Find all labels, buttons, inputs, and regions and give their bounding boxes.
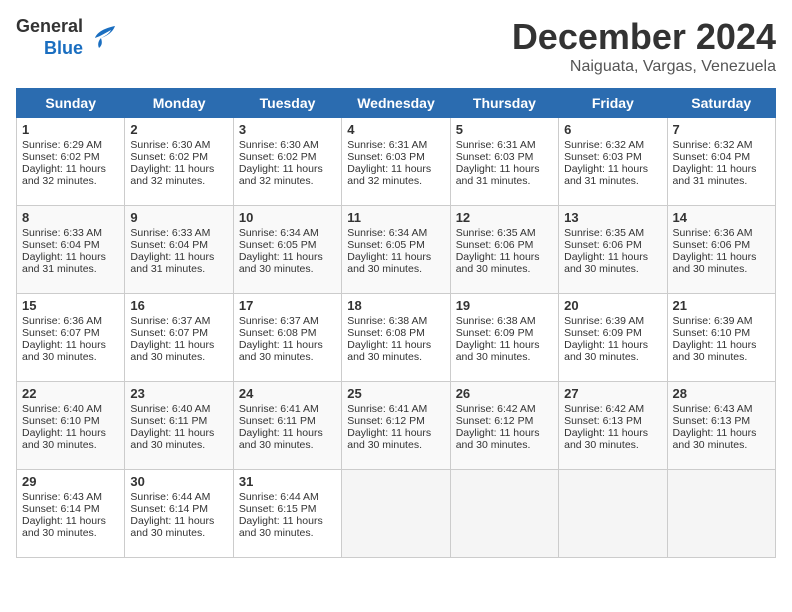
day-number: 26 xyxy=(456,386,553,401)
col-header-monday: Monday xyxy=(125,89,233,118)
calendar-cell: 17Sunrise: 6:37 AMSunset: 6:08 PMDayligh… xyxy=(233,294,341,382)
day-number: 1 xyxy=(22,122,119,137)
calendar-cell: 6Sunrise: 6:32 AMSunset: 6:03 PMDaylight… xyxy=(559,118,667,206)
day-number: 25 xyxy=(347,386,444,401)
day-number: 22 xyxy=(22,386,119,401)
calendar-cell: 1Sunrise: 6:29 AMSunset: 6:02 PMDaylight… xyxy=(17,118,125,206)
calendar-cell: 23Sunrise: 6:40 AMSunset: 6:11 PMDayligh… xyxy=(125,382,233,470)
calendar-cell: 18Sunrise: 6:38 AMSunset: 6:08 PMDayligh… xyxy=(342,294,450,382)
day-number: 17 xyxy=(239,298,336,313)
day-number: 9 xyxy=(130,210,227,225)
day-number: 2 xyxy=(130,122,227,137)
day-number: 28 xyxy=(673,386,770,401)
logo-line1: General xyxy=(16,16,83,38)
logo: General Blue xyxy=(16,16,119,59)
col-header-saturday: Saturday xyxy=(667,89,775,118)
calendar-cell: 2Sunrise: 6:30 AMSunset: 6:02 PMDaylight… xyxy=(125,118,233,206)
day-number: 19 xyxy=(456,298,553,313)
day-number: 23 xyxy=(130,386,227,401)
calendar-cell: 26Sunrise: 6:42 AMSunset: 6:12 PMDayligh… xyxy=(450,382,558,470)
day-number: 8 xyxy=(22,210,119,225)
day-number: 13 xyxy=(564,210,661,225)
calendar-week-row: 22Sunrise: 6:40 AMSunset: 6:10 PMDayligh… xyxy=(17,382,776,470)
calendar-cell: 14Sunrise: 6:36 AMSunset: 6:06 PMDayligh… xyxy=(667,206,775,294)
calendar-cell: 13Sunrise: 6:35 AMSunset: 6:06 PMDayligh… xyxy=(559,206,667,294)
calendar-week-row: 1Sunrise: 6:29 AMSunset: 6:02 PMDaylight… xyxy=(17,118,776,206)
calendar-cell: 15Sunrise: 6:36 AMSunset: 6:07 PMDayligh… xyxy=(17,294,125,382)
calendar-table: SundayMondayTuesdayWednesdayThursdayFrid… xyxy=(16,88,776,558)
calendar-cell: 31Sunrise: 6:44 AMSunset: 6:15 PMDayligh… xyxy=(233,470,341,558)
calendar-cell xyxy=(559,470,667,558)
calendar-cell: 4Sunrise: 6:31 AMSunset: 6:03 PMDaylight… xyxy=(342,118,450,206)
calendar-cell xyxy=(450,470,558,558)
day-number: 4 xyxy=(347,122,444,137)
col-header-tuesday: Tuesday xyxy=(233,89,341,118)
month-title: December 2024 xyxy=(512,16,776,58)
title-section: December 2024 Naiguata, Vargas, Venezuel… xyxy=(512,16,776,76)
calendar-cell: 29Sunrise: 6:43 AMSunset: 6:14 PMDayligh… xyxy=(17,470,125,558)
calendar-cell: 3Sunrise: 6:30 AMSunset: 6:02 PMDaylight… xyxy=(233,118,341,206)
calendar-cell: 20Sunrise: 6:39 AMSunset: 6:09 PMDayligh… xyxy=(559,294,667,382)
calendar-cell xyxy=(342,470,450,558)
col-header-sunday: Sunday xyxy=(17,89,125,118)
logo-bird-icon xyxy=(87,18,119,57)
calendar-cell: 30Sunrise: 6:44 AMSunset: 6:14 PMDayligh… xyxy=(125,470,233,558)
col-header-friday: Friday xyxy=(559,89,667,118)
calendar-cell: 11Sunrise: 6:34 AMSunset: 6:05 PMDayligh… xyxy=(342,206,450,294)
day-number: 27 xyxy=(564,386,661,401)
calendar-cell: 25Sunrise: 6:41 AMSunset: 6:12 PMDayligh… xyxy=(342,382,450,470)
day-number: 20 xyxy=(564,298,661,313)
location: Naiguata, Vargas, Venezuela xyxy=(512,58,776,76)
calendar-cell: 22Sunrise: 6:40 AMSunset: 6:10 PMDayligh… xyxy=(17,382,125,470)
calendar-header-row: SundayMondayTuesdayWednesdayThursdayFrid… xyxy=(17,89,776,118)
day-number: 29 xyxy=(22,474,119,489)
day-number: 7 xyxy=(673,122,770,137)
calendar-cell: 24Sunrise: 6:41 AMSunset: 6:11 PMDayligh… xyxy=(233,382,341,470)
day-number: 11 xyxy=(347,210,444,225)
day-number: 14 xyxy=(673,210,770,225)
calendar-cell: 5Sunrise: 6:31 AMSunset: 6:03 PMDaylight… xyxy=(450,118,558,206)
col-header-thursday: Thursday xyxy=(450,89,558,118)
day-number: 21 xyxy=(673,298,770,313)
col-header-wednesday: Wednesday xyxy=(342,89,450,118)
calendar-cell: 19Sunrise: 6:38 AMSunset: 6:09 PMDayligh… xyxy=(450,294,558,382)
calendar-cell: 9Sunrise: 6:33 AMSunset: 6:04 PMDaylight… xyxy=(125,206,233,294)
day-number: 12 xyxy=(456,210,553,225)
day-number: 10 xyxy=(239,210,336,225)
calendar-cell: 12Sunrise: 6:35 AMSunset: 6:06 PMDayligh… xyxy=(450,206,558,294)
calendar-week-row: 15Sunrise: 6:36 AMSunset: 6:07 PMDayligh… xyxy=(17,294,776,382)
calendar-cell: 28Sunrise: 6:43 AMSunset: 6:13 PMDayligh… xyxy=(667,382,775,470)
calendar-cell: 7Sunrise: 6:32 AMSunset: 6:04 PMDaylight… xyxy=(667,118,775,206)
day-number: 31 xyxy=(239,474,336,489)
calendar-cell: 21Sunrise: 6:39 AMSunset: 6:10 PMDayligh… xyxy=(667,294,775,382)
day-number: 30 xyxy=(130,474,227,489)
logo-line2: Blue xyxy=(44,38,83,60)
calendar-cell: 16Sunrise: 6:37 AMSunset: 6:07 PMDayligh… xyxy=(125,294,233,382)
day-number: 5 xyxy=(456,122,553,137)
calendar-cell: 8Sunrise: 6:33 AMSunset: 6:04 PMDaylight… xyxy=(17,206,125,294)
day-number: 16 xyxy=(130,298,227,313)
day-number: 3 xyxy=(239,122,336,137)
day-number: 18 xyxy=(347,298,444,313)
calendar-cell: 10Sunrise: 6:34 AMSunset: 6:05 PMDayligh… xyxy=(233,206,341,294)
day-number: 24 xyxy=(239,386,336,401)
calendar-week-row: 29Sunrise: 6:43 AMSunset: 6:14 PMDayligh… xyxy=(17,470,776,558)
calendar-week-row: 8Sunrise: 6:33 AMSunset: 6:04 PMDaylight… xyxy=(17,206,776,294)
page-header: General Blue December 2024 Naiguata, Var… xyxy=(16,16,776,76)
calendar-cell: 27Sunrise: 6:42 AMSunset: 6:13 PMDayligh… xyxy=(559,382,667,470)
calendar-cell xyxy=(667,470,775,558)
day-number: 15 xyxy=(22,298,119,313)
day-number: 6 xyxy=(564,122,661,137)
